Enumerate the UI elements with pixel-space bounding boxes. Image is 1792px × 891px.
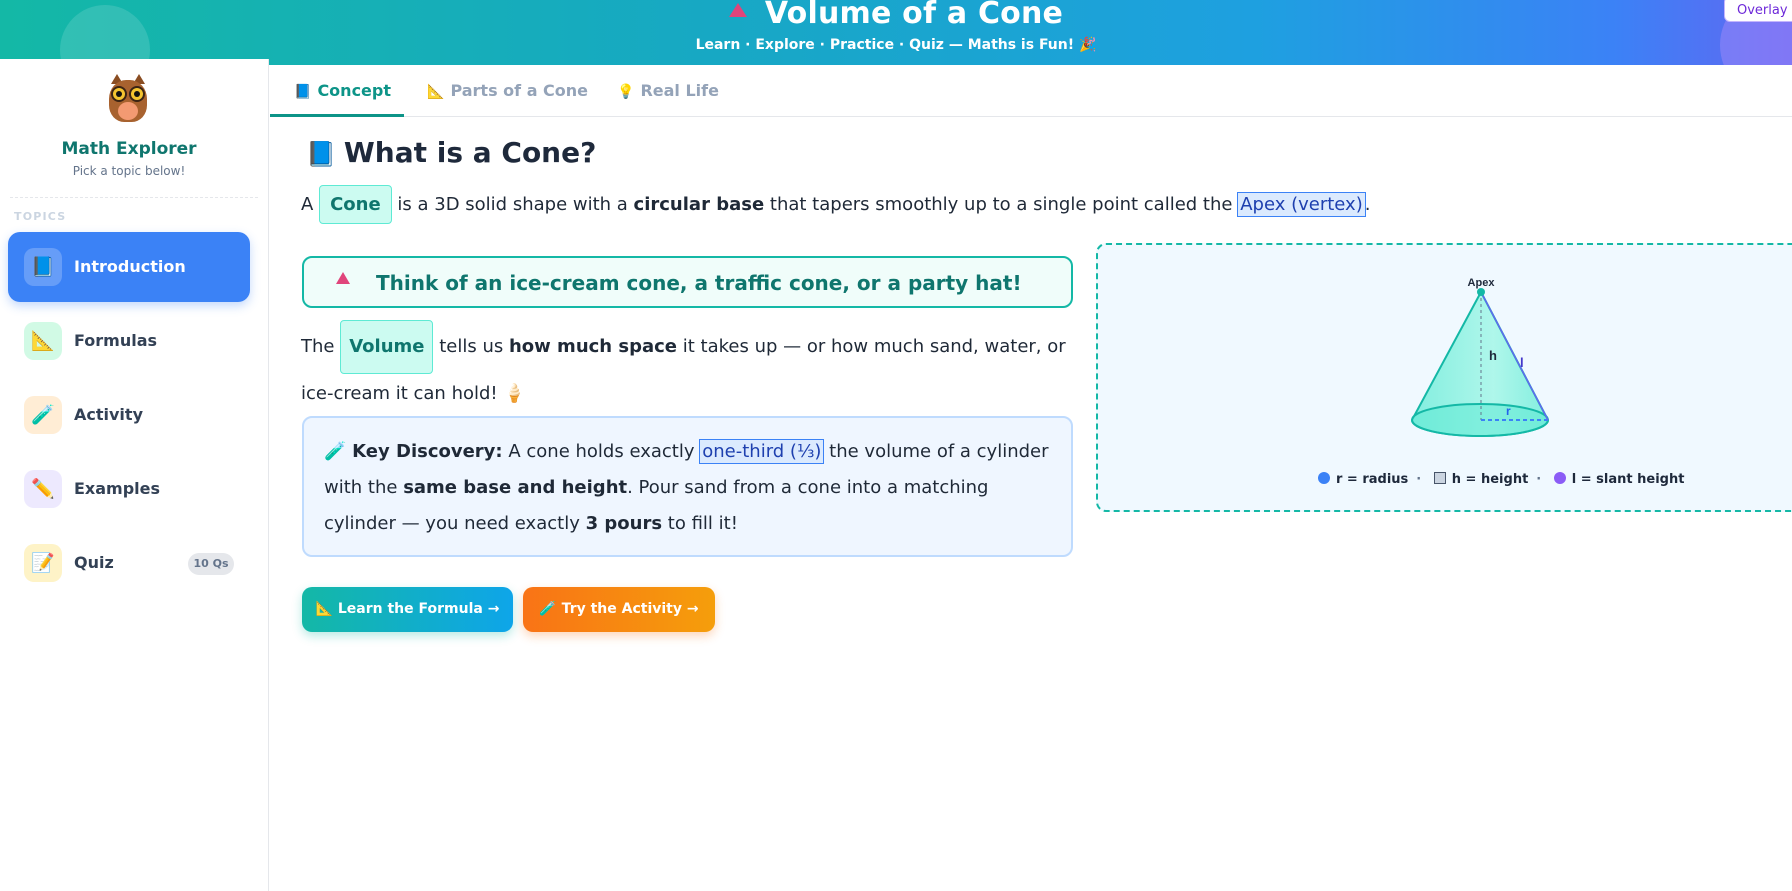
- text: that tapers smoothly up to a single poin…: [769, 194, 1233, 215]
- cone-base: [1411, 403, 1549, 437]
- sidebar-item-quiz[interactable]: 📝 Quiz 10 Qs: [8, 528, 250, 598]
- tab-concept[interactable]: 📘 Concept: [270, 65, 404, 117]
- try-activity-button[interactable]: 🧪 Try the Activity →: [523, 587, 715, 632]
- sidebar-item-label: Quiz: [74, 553, 114, 572]
- radius-swatch: [1318, 472, 1330, 484]
- sidebar-item-examples[interactable]: ✏️ Examples: [8, 454, 250, 524]
- legend-item: l = slant height: [1571, 472, 1685, 487]
- text: is a 3D solid shape with a: [397, 194, 628, 215]
- text: A: [301, 194, 314, 215]
- triangle-icon: [728, 2, 747, 17]
- analogy-callout: Think of an ice-cream cone, a traffic co…: [302, 256, 1073, 308]
- sidebar-item-label: Introduction: [74, 257, 186, 276]
- sidebar-item-label: Activity: [74, 405, 143, 424]
- page-subtitle: Learn · Explore · Practice · Quiz — Math…: [695, 37, 1097, 53]
- lightbulb-icon: 💡: [617, 84, 635, 100]
- volume-paragraph: The Volume tells us how much space it ta…: [301, 320, 1081, 414]
- owl-mascot-icon: [107, 72, 149, 122]
- title-row: Volume of a Cone: [0, 0, 1792, 31]
- book-icon: 📘: [24, 248, 62, 286]
- height-swatch: [1433, 472, 1446, 484]
- topics-section-label: TOPICS: [14, 210, 67, 223]
- page-title: Volume of a Cone: [764, 0, 1064, 31]
- sidebar-item-introduction[interactable]: 📘 Introduction: [8, 232, 250, 302]
- apex-label: Apex: [1468, 277, 1496, 289]
- text: A cone holds exactly: [508, 441, 695, 462]
- apex-point: [1477, 288, 1485, 296]
- heading-text: What is a Cone?: [343, 136, 597, 169]
- bold-text: same base and height: [403, 477, 628, 498]
- book-icon: 📘: [306, 140, 336, 168]
- highlight-apex: Apex (vertex): [1237, 192, 1366, 217]
- sidebar-divider: [10, 197, 258, 198]
- slant-label: l: [1520, 355, 1524, 370]
- bold-text: 3 pours: [585, 513, 663, 534]
- quiz-count-badge: 10 Qs: [188, 553, 234, 575]
- bold-text: circular base: [633, 194, 765, 215]
- tab-bar: 📘 Concept 📐 Parts of a Cone 💡 Real Life: [270, 65, 1792, 117]
- brand-subtitle: Pick a topic below!: [72, 164, 186, 178]
- key-discovery-box: 🧪 Key Discovery: A cone holds exactly on…: [302, 416, 1073, 557]
- sidebar-item-formulas[interactable]: 📐 Formulas: [8, 306, 250, 376]
- test-tube-icon: 🧪: [24, 396, 62, 434]
- diagram-legend: r = radius · h = height · l = slant height: [1318, 472, 1684, 487]
- bold-text: how much space: [508, 336, 678, 357]
- height-label: h: [1489, 348, 1497, 363]
- tab-label: Concept: [317, 81, 391, 100]
- text: to fill it!: [667, 513, 738, 534]
- tab-label: Parts of a Cone: [450, 81, 589, 100]
- key-label: Key Discovery:: [352, 441, 503, 462]
- radius-label: r: [1506, 404, 1511, 418]
- text: .: [1364, 194, 1371, 215]
- overlay-button[interactable]: Overlay: [1724, 0, 1792, 22]
- term-chip-cone[interactable]: Cone: [319, 185, 392, 224]
- legend-item: r = radius: [1336, 472, 1409, 487]
- brand-name: Math Explorer: [61, 139, 197, 159]
- sidebar: Math Explorer Pick a topic below! TOPICS…: [0, 59, 269, 891]
- section-heading: 📘 What is a Cone?: [306, 136, 596, 169]
- slant-swatch: [1553, 472, 1566, 484]
- test-tube-icon: 🧪: [324, 441, 347, 462]
- tab-real-life[interactable]: 💡 Real Life: [617, 65, 719, 117]
- sidebar-item-activity[interactable]: 🧪 Activity: [8, 380, 250, 450]
- cone-diagram: Apex h l r: [1410, 277, 1550, 437]
- memo-icon: 📝: [24, 544, 62, 582]
- learn-formula-button[interactable]: 📐 Learn the Formula →: [302, 587, 513, 632]
- triangle-ruler-icon: 📐: [427, 84, 445, 100]
- app-header: Volume of a Cone Learn · Explore · Pract…: [0, 0, 1792, 65]
- triangle-ruler-icon: 📐: [24, 322, 62, 360]
- legend-item: h = height: [1451, 472, 1529, 487]
- tab-parts-of-a-cone[interactable]: 📐 Parts of a Cone: [427, 65, 588, 117]
- text: The: [301, 336, 335, 357]
- intro-paragraph: A Cone is a 3D solid shape with a circul…: [301, 185, 1370, 224]
- callout-text: Think of an ice-cream cone, a traffic co…: [376, 271, 1022, 295]
- tab-label: Real Life: [640, 81, 719, 100]
- text: tells us: [439, 336, 504, 357]
- triangle-icon: [336, 272, 350, 284]
- sidebar-item-label: Examples: [74, 479, 161, 498]
- sidebar-item-label: Formulas: [74, 331, 158, 350]
- book-icon: 📘: [294, 84, 312, 100]
- pencil-icon: ✏️: [24, 470, 62, 508]
- highlight-one-third: one-third (⅓): [699, 439, 825, 464]
- term-chip-volume[interactable]: Volume: [340, 320, 434, 374]
